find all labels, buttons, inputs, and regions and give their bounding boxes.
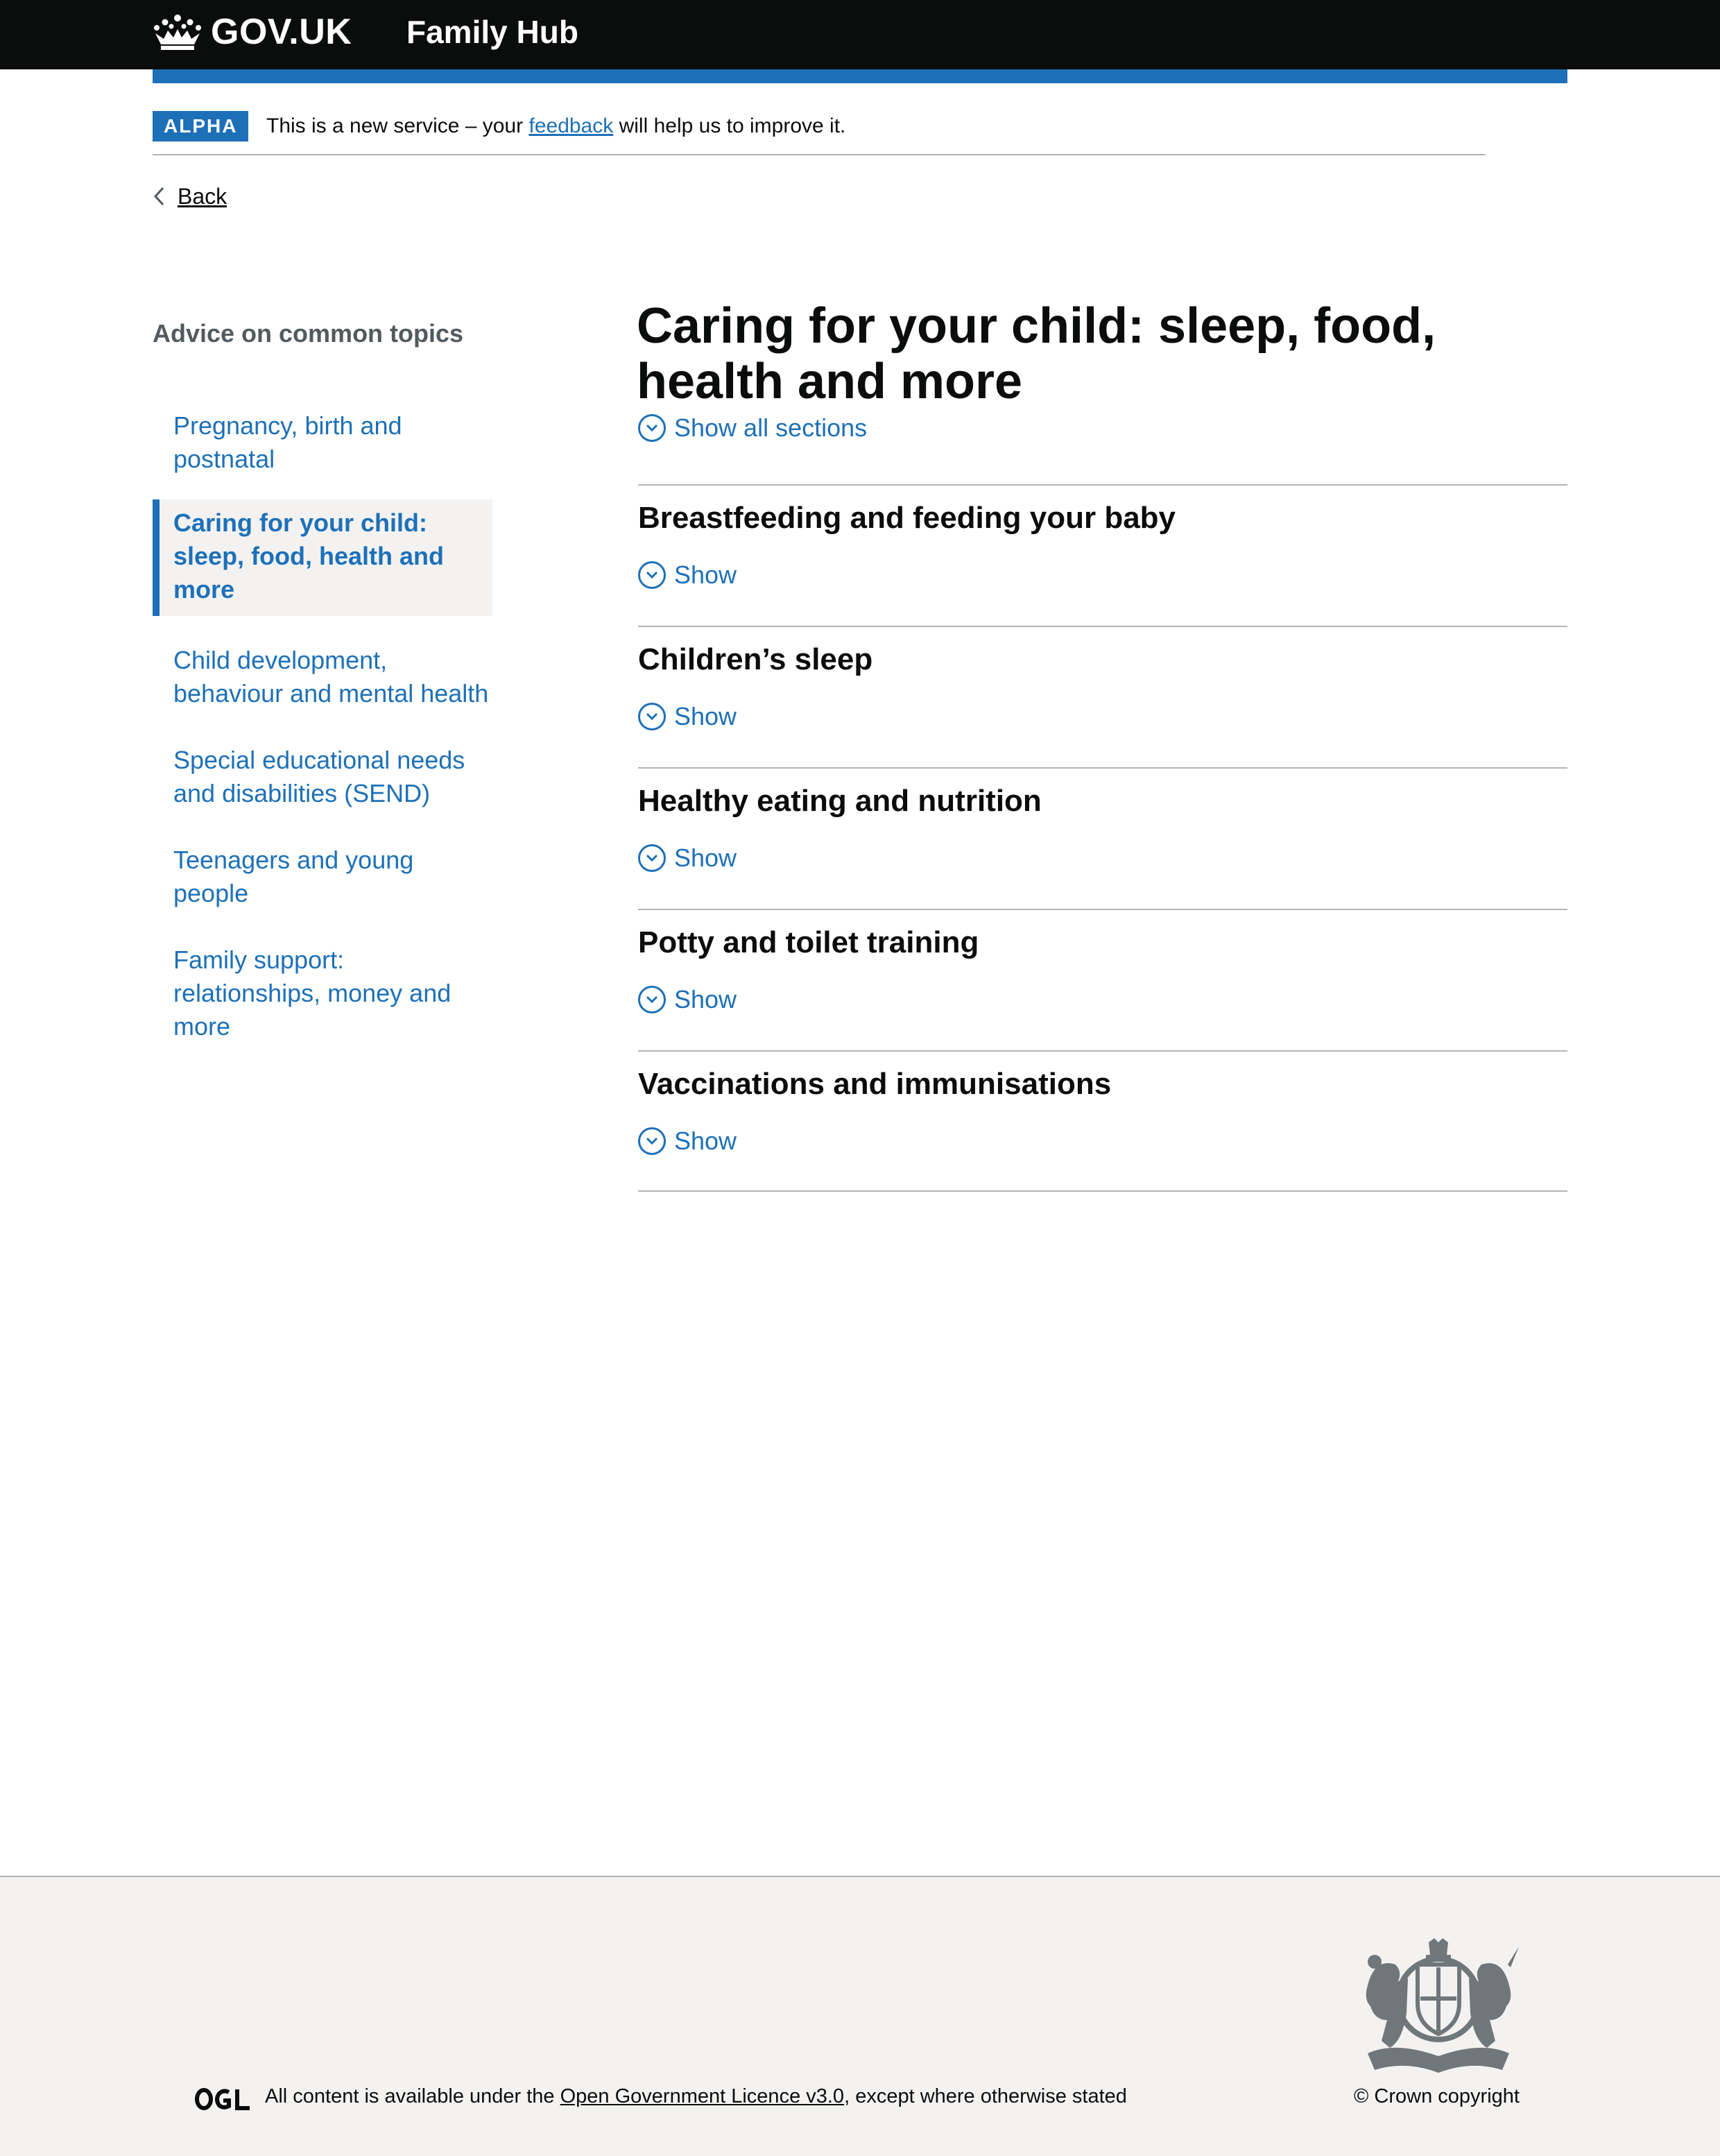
accordion-section-heading[interactable]: Potty and toilet training [638,925,979,960]
side-nav-title: Advice on common topics [153,319,464,348]
chevron-down-icon [638,414,666,442]
service-name-link[interactable]: Family Hub [406,10,578,54]
ogl-logo-icon [195,2088,250,2110]
accordion-show-button[interactable]: Show [638,699,737,734]
phase-banner: ALPHA This is a new service – your feedb… [153,111,1486,155]
chevron-down-icon [638,844,666,872]
back-label: Back [178,183,227,209]
accordion-section-heading[interactable]: Children’s sleep [638,642,872,677]
crown-icon [154,15,201,50]
licence-text-before: All content is available under the [265,2085,560,2107]
accordion-show-button[interactable]: Show [638,841,737,875]
show-all-sections-button[interactable]: Show all sections [638,411,867,445]
royal-coat-of-arms-icon [1366,1938,1519,2073]
phase-banner-text: This is a new service – your feedback wi… [266,111,845,142]
header-container: GOV.UK Family Hub [153,0,1567,69]
show-all-label: Show all sections [674,413,868,442]
accordion-section: Vaccinations and immunisations Show [638,1050,1567,1192]
accordion-section-heading[interactable]: Breastfeeding and feeding your baby [638,501,1176,536]
accordion-section: Potty and toilet training Show [638,909,1567,1050]
accordion-section-heading[interactable]: Vaccinations and immunisations [638,1067,1111,1102]
side-nav-item-teenagers[interactable]: Teenagers and young people [153,844,492,910]
chevron-left-icon [153,187,164,206]
chevron-down-icon [638,1127,666,1155]
accordion: Breastfeeding and feeding your baby Show… [638,484,1567,1192]
accordion-section-heading[interactable]: Healthy eating and nutrition [638,784,1042,819]
side-nav-item-child-development[interactable]: Child development, behaviour and mental … [153,644,492,710]
govuk-logo-text: GOV.UK [211,12,352,52]
accordion-show-label: Show [674,985,737,1013]
licence-text-after: , except where otherwise stated [844,2085,1127,2107]
accordion-show-button[interactable]: Show [638,558,737,592]
govuk-logo-link[interactable]: GOV.UK [153,10,352,54]
chevron-down-icon [638,703,666,730]
side-nav-item-pregnancy[interactable]: Pregnancy, birth and postnatal [153,409,492,476]
phase-tag: ALPHA [153,111,249,142]
accordion-show-button[interactable]: Show [638,1124,737,1158]
phase-text-before: This is a new service – your [266,114,529,137]
side-nav-item-send[interactable]: Special educational needs and disabiliti… [153,744,492,810]
chevron-down-icon [638,986,666,1013]
feedback-link[interactable]: feedback [528,114,613,137]
crown-copyright-link[interactable]: © Crown copyright [1354,2085,1520,2108]
phase-text-after: will help us to improve it. [613,114,846,137]
accordion-section: Children’s sleep Show [638,626,1567,767]
accordion-show-label: Show [674,702,737,730]
side-nav-item-caring-for-your-child[interactable]: Caring for your child: sleep, food, heal… [153,499,492,616]
licence-text: All content is available under the Open … [265,2085,1127,2108]
accordion-section: Healthy eating and nutrition Show [638,767,1567,909]
chevron-down-icon [638,561,666,589]
back-link[interactable]: Back [153,179,227,214]
page-title: Caring for your child: sleep, food, heal… [637,298,1436,409]
accordion-section: Breastfeeding and feeding your baby Show [638,484,1567,626]
site-footer: All content is available under the Open … [0,1876,1720,2156]
accordion-show-button[interactable]: Show [638,982,737,1017]
open-government-licence-link[interactable]: Open Government Licence v3.0 [560,2085,844,2107]
site-header: GOV.UK Family Hub [0,0,1720,69]
accordion-show-label: Show [674,1127,737,1155]
header-accent-bar [153,69,1567,83]
side-nav-item-family-support[interactable]: Family support: relationships, money and… [153,943,492,1043]
accordion-show-label: Show [674,561,737,589]
accordion-show-label: Show [674,844,737,872]
side-nav: Pregnancy, birth and postnatal Caring fo… [153,409,492,1043]
